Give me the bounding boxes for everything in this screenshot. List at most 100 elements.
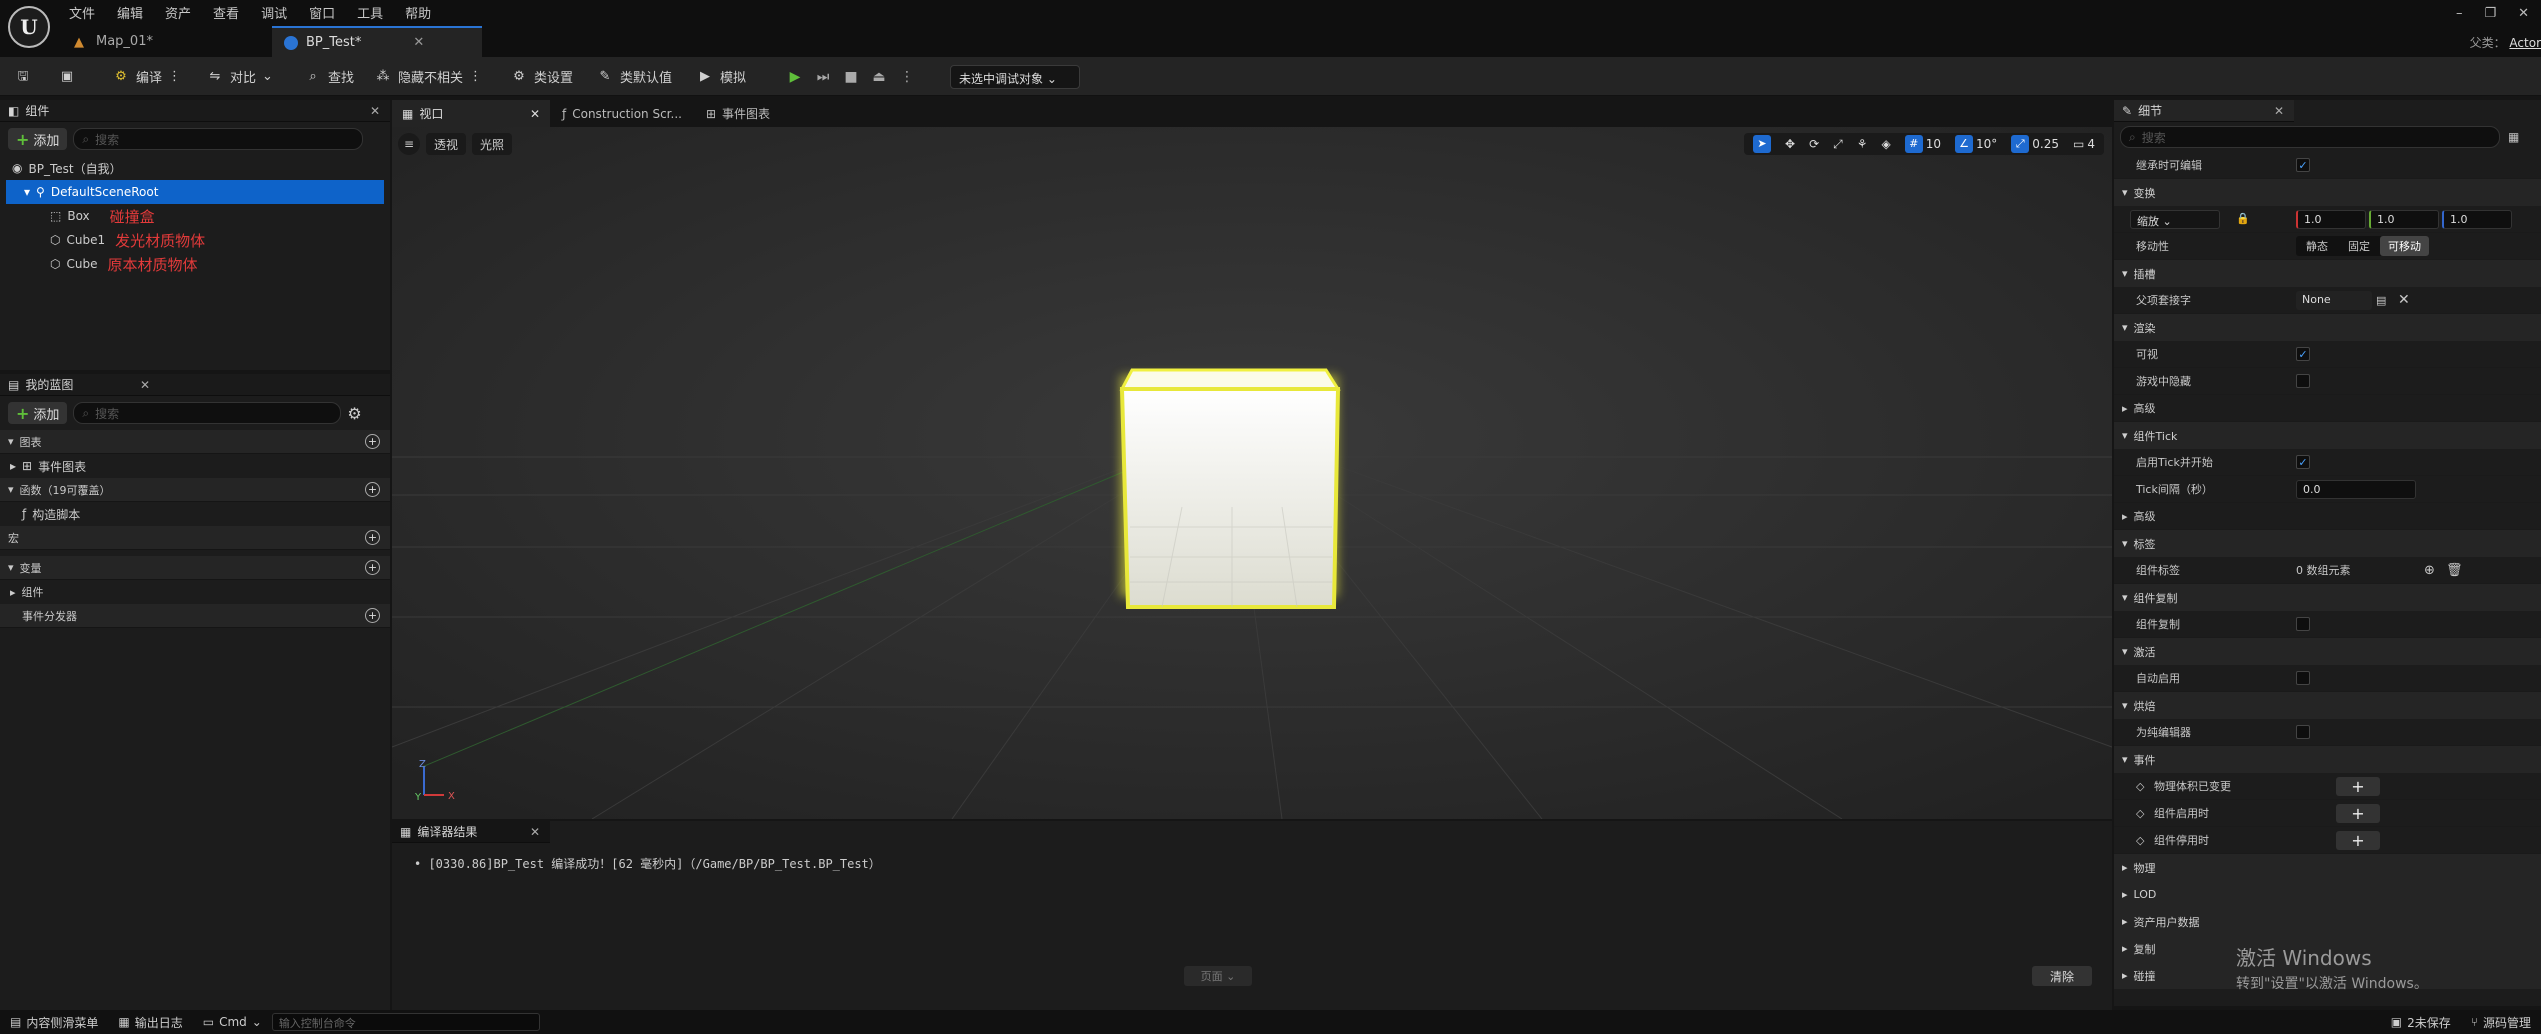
close-panel-icon[interactable]: ✕ [370,104,380,118]
tab-viewport[interactable]: ▦ 视口 ✕ [392,100,550,127]
menu-help[interactable]: 帮助 [394,0,442,22]
functions-section[interactable]: ▾ 函数（19可覆盖） + [0,478,390,502]
blueprint-search-input[interactable]: ⌕ 搜索 [73,402,342,424]
events-section[interactable]: ▾ 事件 [2114,746,2541,773]
menu-window[interactable]: 窗口 [298,0,346,22]
scale-z-input[interactable]: 1.0 [2442,210,2512,229]
physics-section[interactable]: ▸ 物理 [2114,854,2541,881]
class-defaults-button[interactable]: ✎ 类默认值 [596,64,672,89]
menu-file[interactable]: 文件 [58,0,106,22]
viewport[interactable]: Y X Z ≡ 透视 光照 ➤ ✥ ⟳ ⤢ ⚘ ◈ #10 ∠ 10° ⤢ 0.25… [392,127,2112,819]
hamburger-icon[interactable]: ≡ [398,133,420,155]
coord-space-tool[interactable]: ⚘ [1852,133,1873,155]
parent-class-link[interactable]: Actor [2509,36,2541,50]
tree-item-root[interactable]: ▾ ⚲ DefaultSceneRoot [6,180,384,204]
rotation-snap-toggle[interactable]: ∠ 10° [1950,133,2002,155]
unsaved-button[interactable]: ▣ 2未保存 [2381,1014,2461,1031]
close-tab-icon[interactable]: ✕ [2274,104,2284,118]
add-event-button[interactable]: + [2336,830,2380,850]
clear-button[interactable]: 清除 [2032,966,2092,986]
tab-event-graph[interactable]: ⊞ 事件图表 [694,105,782,122]
tab-bp-test[interactable]: BP_Test* ✕ [272,26,482,57]
cmd-select[interactable]: ▭ Cmd ⌄ [193,1015,272,1029]
add-event-button[interactable]: + [2336,776,2380,796]
visible-checkbox[interactable]: ✓ [2296,347,2310,361]
component-tick-section[interactable]: ▾ 组件Tick [2114,422,2541,449]
component-replicates-checkbox[interactable] [2296,617,2310,631]
compiler-results-tab[interactable]: ▦ 编译器结果 ✕ [392,821,550,843]
debug-object-select[interactable]: 未选中调试对象 ⌄ [950,65,1080,89]
mobility-movable[interactable]: 可移动 [2380,236,2429,256]
construction-script-item[interactable]: ƒ 构造脚本 [0,502,390,526]
add-graph-icon[interactable]: + [365,434,380,449]
restore-icon[interactable]: ❐ [2484,6,2496,21]
add-event-button[interactable]: + [2336,803,2380,823]
scale-mode-select[interactable]: 缩放 ⌄ [2130,209,2220,229]
add-function-icon[interactable]: + [365,482,380,497]
camera-speed-button[interactable]: ▭ 4 [2068,133,2100,155]
macros-section[interactable]: 宏 + [0,526,390,550]
parent-socket-value[interactable]: None [2296,290,2372,310]
lit-button[interactable]: 光照 [472,133,513,155]
components-category[interactable]: ▸ 组件 [0,580,390,604]
add-member-button[interactable]: + 添加 [8,402,68,424]
perspective-button[interactable]: 透视 [426,133,467,155]
browse-socket-icon[interactable]: ▤ [2376,294,2386,307]
rendering-section[interactable]: ▾ 渲染 [2114,314,2541,341]
find-button[interactable]: ⌕ 查找 [304,64,354,89]
eject-icon[interactable]: ⏏ [866,64,892,89]
tree-item-box[interactable]: ⬚ Box 碰撞盒 [6,204,384,228]
add-component-button[interactable]: + 添加 [8,128,68,150]
lock-icon[interactable]: 🔒 [2236,212,2250,225]
scale-x-input[interactable]: 1.0 [2296,210,2366,229]
add-macro-icon[interactable]: + [365,530,380,545]
close-panel-icon[interactable]: ✕ [140,378,150,392]
play-icon[interactable]: ▶ [782,64,808,89]
translate-tool[interactable]: ✥ [1780,133,1800,155]
scale-snap-toggle[interactable]: ⤢ 0.25 [2006,133,2064,155]
surface-snap-tool[interactable]: ◈ [1877,133,1896,155]
source-control-button[interactable]: ⑂ 源码管理 [2461,1014,2541,1031]
replication-section[interactable]: ▾ 组件复制 [2114,584,2541,611]
close-window-icon[interactable]: ✕ [2518,6,2529,21]
sockets-section[interactable]: ▾ 插槽 [2114,260,2541,287]
tree-item-cube[interactable]: ⬡ Cube 原本材质物体 [6,252,384,276]
hidden-in-game-checkbox[interactable] [2296,374,2310,388]
menu-debug[interactable]: 调试 [250,0,298,22]
step-icon[interactable]: ⏭ [810,64,836,89]
menu-edit[interactable]: 编辑 [106,0,154,22]
clear-icon[interactable]: ✕ [2398,292,2410,308]
stop-icon[interactable]: ■ [838,64,864,89]
content-drawer-button[interactable]: ▤ 内容侧滑菜单 [0,1014,108,1031]
menu-tools[interactable]: 工具 [346,0,394,22]
details-tab[interactable]: ✎ 细节 ✕ [2114,100,2294,122]
hide-unrelated-button[interactable]: ⁂ 隐藏不相关 ⋮ [374,64,483,89]
add-element-icon[interactable]: ⊕ [2424,563,2435,578]
asset-user-data-section[interactable]: ▸ 资产用户数据 [2114,908,2541,935]
tick-interval-input[interactable]: 0.0 [2296,479,2416,499]
rendering-advanced-row[interactable]: ▸ 高级 [2114,395,2541,422]
unreal-logo-icon[interactable]: U [8,6,50,48]
tags-section[interactable]: ▾ 标签 [2114,530,2541,557]
components-search-input[interactable]: ⌕ 搜索 [73,128,364,150]
menu-asset[interactable]: 资产 [154,0,202,22]
tick-advanced-row[interactable]: ▸ 高级 [2114,503,2541,530]
graphs-section[interactable]: ▾ 图表 + [0,430,390,454]
minimize-icon[interactable]: – [2456,6,2463,21]
console-input[interactable]: 输入控制台命令 [271,1013,540,1031]
close-tab-icon[interactable]: ✕ [530,107,540,121]
lod-section[interactable]: ▸ LOD [2114,881,2541,908]
gear-icon[interactable]: ⚙ [347,404,361,423]
select-tool[interactable]: ➤ [1748,133,1776,155]
more-icon[interactable]: ⋮ [168,69,181,84]
page-select[interactable]: 页面 ⌄ [1184,966,1252,986]
rotate-tool[interactable]: ⟳ [1804,133,1824,155]
browse-button[interactable]: ▣ [58,64,76,89]
class-settings-button[interactable]: ⚙ 类设置 [510,64,573,89]
tree-item-self[interactable]: ◉ BP_Test（自我） [6,156,384,180]
details-search-input[interactable]: ⌕ 搜索 [2120,126,2500,148]
expand-icon[interactable]: ▾ [24,185,30,199]
table-view-icon[interactable]: ▦ [2508,130,2519,144]
inherit-editable-checkbox[interactable]: ✓ [2296,158,2310,172]
scale-y-input[interactable]: 1.0 [2369,210,2439,229]
